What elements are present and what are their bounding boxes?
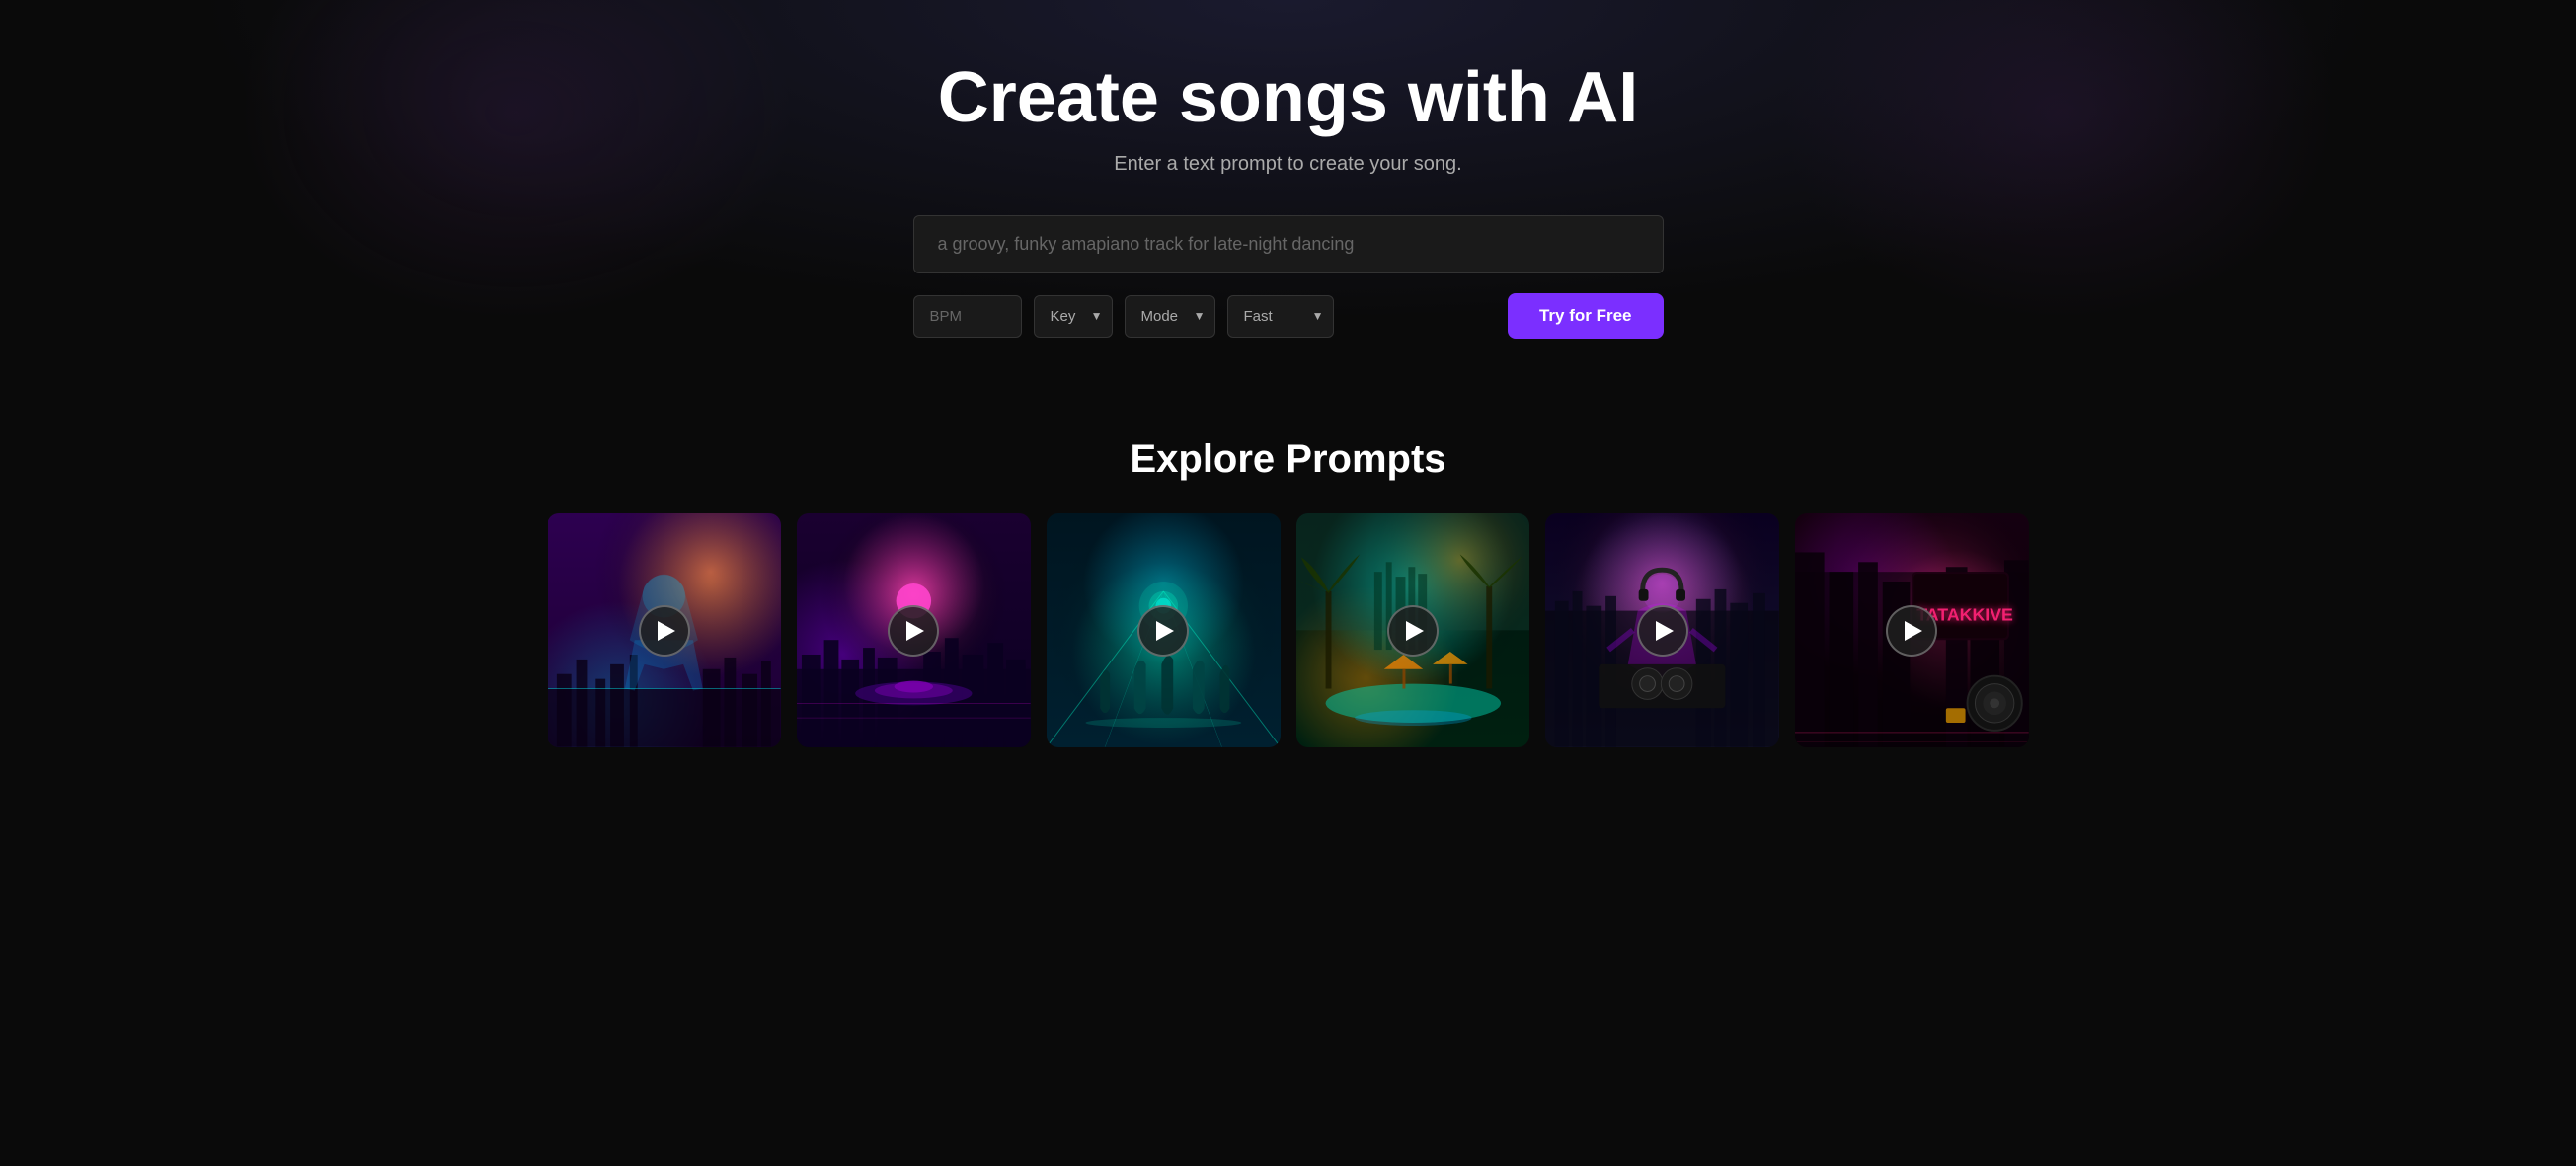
play-icon-5	[1656, 621, 1674, 641]
hero-section: Create songs with AI Enter a text prompt…	[0, 0, 2576, 378]
prompt-card-6[interactable]: TATAKKIVE	[1795, 513, 2029, 747]
key-select-wrapper: Key C C# D D# E F G A B ▼	[1034, 295, 1113, 338]
play-button-2[interactable]	[888, 605, 939, 657]
play-button-4[interactable]	[1387, 605, 1439, 657]
bpm-input[interactable]	[913, 295, 1022, 338]
speed-select[interactable]: Fast Medium Slow	[1227, 295, 1334, 338]
play-button-1[interactable]	[639, 605, 690, 657]
prompt-card-1[interactable]	[548, 513, 782, 747]
prompts-grid: TATAKKIVE	[548, 513, 2029, 747]
speed-select-wrapper: Fast Medium Slow ▼	[1227, 295, 1334, 338]
prompt-card-2[interactable]	[797, 513, 1031, 747]
mode-select-wrapper: Mode Major Minor ▼	[1125, 295, 1215, 338]
mode-select[interactable]: Mode Major Minor	[1125, 295, 1215, 338]
explore-title: Explore Prompts	[1130, 437, 1445, 482]
play-icon-4	[1406, 621, 1424, 641]
controls-row: Key C C# D D# E F G A B ▼ Mode Major Min…	[913, 293, 1664, 339]
play-icon-6	[1905, 621, 1922, 641]
explore-section: Explore Prompts	[0, 378, 2576, 787]
play-button-3[interactable]	[1137, 605, 1189, 657]
page-title: Create songs with AI	[938, 59, 1638, 137]
search-container: a groovy, funky amapiano track for late-…	[913, 215, 1664, 273]
play-button-6[interactable]	[1886, 605, 1937, 657]
play-button-5[interactable]	[1637, 605, 1688, 657]
play-icon-1	[658, 621, 675, 641]
prompt-card-4[interactable]	[1296, 513, 1530, 747]
try-for-free-button[interactable]: Try for Free	[1508, 293, 1664, 339]
play-icon-3	[1156, 621, 1174, 641]
key-select[interactable]: Key C C# D D# E F G A B	[1034, 295, 1113, 338]
play-icon-2	[906, 621, 924, 641]
prompt-card-5[interactable]	[1545, 513, 1779, 747]
prompt-card-3[interactable]	[1047, 513, 1281, 747]
page-subtitle: Enter a text prompt to create your song.	[1114, 153, 1461, 176]
prompt-input[interactable]: a groovy, funky amapiano track for late-…	[913, 215, 1664, 273]
